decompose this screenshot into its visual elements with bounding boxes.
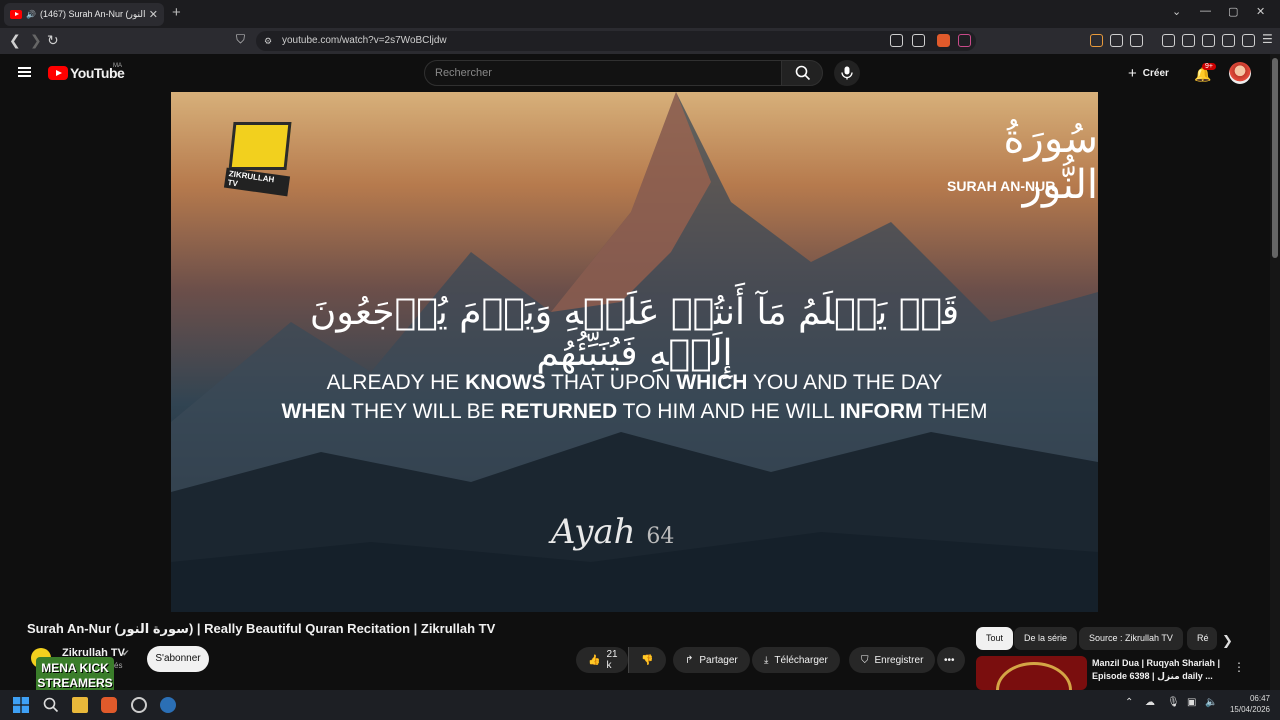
tab-title: (1467) Surah An-Nur (سورة النور [39, 9, 145, 19]
recommendation-more-icon[interactable]: ⋮ [1233, 660, 1245, 674]
extension-icon[interactable] [1090, 34, 1103, 47]
tray-volume-icon[interactable]: 🔈 [1205, 697, 1217, 708]
taskbar-clock[interactable]: 06:47 15/04/2026 [1224, 693, 1270, 715]
leo-ai-icon[interactable] [1222, 34, 1235, 47]
page-scrollbar-thumb[interactable] [1272, 58, 1278, 258]
close-window-button[interactable]: ✕ [1256, 5, 1265, 18]
site-info-icon[interactable]: ⚙ [264, 31, 272, 51]
video-player[interactable]: ZIKRULLAH TV سُورَةُ النُّور SURAH AN-NU… [171, 92, 1098, 612]
plus-icon: + [1128, 65, 1137, 82]
screenshot-icon[interactable] [1130, 34, 1143, 47]
share-arrow-icon: ↱ [685, 654, 694, 666]
download-button[interactable]: ⤓ Télécharger [752, 647, 840, 673]
create-button[interactable]: + Créer [1128, 65, 1169, 82]
recommendation-thumbnail[interactable] [976, 656, 1087, 690]
download-icon: ⤓ [764, 654, 769, 666]
like-count: 21 k [606, 649, 618, 671]
windows-taskbar [0, 690, 1280, 720]
youtube-header: YouTube MA Rechercher + Créer 🔔 9+ [0, 54, 1270, 92]
avatar[interactable] [1229, 62, 1251, 84]
channel-brand-logo: ZIKRULLAH TV [223, 122, 292, 197]
chip-source[interactable]: Source : Zikrullah TV [1079, 627, 1183, 650]
ayah-number-label: Ayah 64 [551, 512, 675, 552]
thumbs-down-icon: 👎 [641, 654, 654, 666]
subscribe-button[interactable]: S'abonner [147, 646, 209, 672]
verified-icon: ✔ [122, 648, 130, 658]
surah-name-arabic: سُورَةُ النُّور [1003, 116, 1098, 208]
wallet-icon[interactable] [1202, 34, 1215, 47]
surah-name-english: SURAH AN-NUR [947, 178, 1056, 194]
youtube-favicon-icon [10, 10, 22, 19]
more-actions-button[interactable]: ••• [937, 647, 965, 673]
address-input[interactable]: ⚙ youtube.com/watch?v=2s7WoBCljdw [256, 31, 976, 51]
thumbs-up-icon: 👍 [588, 654, 601, 666]
guide-menu-icon[interactable] [18, 67, 31, 77]
sidebar-icon[interactable] [1182, 34, 1195, 47]
verse-english-text: ALREADY HE KNOWS THAT UPON WHICH YOU AND… [191, 368, 1078, 426]
chip-series[interactable]: De la série [1014, 627, 1078, 650]
brave-browser-icon[interactable] [101, 697, 117, 713]
windows-start-icon[interactable] [13, 697, 29, 713]
share-icon[interactable] [912, 34, 925, 47]
dislike-button[interactable]: 👎 [628, 647, 666, 673]
puzzle-icon[interactable] [1110, 34, 1123, 47]
cast-icon[interactable] [890, 34, 903, 47]
search-icon [795, 65, 811, 81]
taskbar-search-icon[interactable] [43, 697, 59, 713]
voice-search-button[interactable] [834, 60, 860, 86]
verse-arabic-text: قَدۡ يَعۡلَمُ مَآ أَنتُمۡ عَلَيۡهِ وَيَو… [309, 292, 960, 374]
browser-tab-bar: 🔊 (1467) Surah An-Nur (سورة النور ✕ + ⌄ … [0, 0, 1280, 28]
download-label: Télécharger [774, 654, 828, 666]
back-icon[interactable]: ❮ [9, 32, 21, 49]
tray-cloud-icon[interactable]: ☁ [1145, 697, 1155, 708]
speaker-icon: 🔊 [26, 10, 36, 19]
recommendation-title[interactable]: Manzil Dua | Ruqyah Shariah | Episode 63… [1092, 657, 1222, 683]
chevron-right-icon[interactable]: ❯ [1222, 633, 1233, 649]
like-button[interactable]: 👍 21 k [576, 647, 628, 673]
save-bookmark-icon: ⛉ [861, 654, 869, 666]
notification-badge: 9+ [1202, 63, 1216, 70]
chip-recent[interactable]: Ré [1187, 627, 1217, 650]
verse-line-1: ALREADY HE KNOWS THAT UPON WHICH YOU AND… [326, 371, 943, 394]
brave-rewards-icon[interactable] [958, 34, 971, 47]
create-label: Créer [1142, 68, 1169, 79]
share-label: Partager [699, 654, 738, 666]
forward-icon[interactable]: ❯ [30, 32, 42, 49]
file-explorer-icon[interactable] [72, 697, 88, 713]
url-text: youtube.com/watch?v=2s7WoBCljdw [282, 35, 447, 46]
tray-chevron-icon[interactable]: ⌃ [1125, 697, 1133, 708]
country-code: MA [113, 63, 122, 69]
microphone-icon [841, 66, 853, 80]
verse-line-2: WHEN THEY WILL BE RETURNED TO HIM AND HE… [281, 400, 988, 423]
maximize-button[interactable]: ▢ [1228, 5, 1238, 18]
minimize-button[interactable]: — [1200, 5, 1211, 17]
music-icon[interactable] [1162, 34, 1175, 47]
tab-close-icon[interactable]: ✕ [149, 8, 158, 21]
menu-icon[interactable]: ☰ [1262, 32, 1273, 46]
subscriber-count: és [114, 661, 123, 670]
search-input[interactable]: Rechercher [424, 60, 782, 86]
bookmark-icon[interactable]: ⛉ [236, 32, 245, 47]
new-tab-button[interactable]: + [172, 4, 181, 21]
tab-list-icon[interactable]: ⌄ [1172, 5, 1181, 18]
vpn-shield-icon[interactable] [1242, 34, 1255, 47]
search-button[interactable] [781, 60, 823, 86]
browser-tab[interactable]: 🔊 (1467) Surah An-Nur (سورة النور ✕ [4, 3, 164, 26]
share-button[interactable]: ↱ Partager [673, 647, 750, 673]
save-button[interactable]: ⛉ Enregistrer [849, 647, 936, 673]
brave-shield-icon[interactable] [937, 34, 950, 47]
brand-mark-icon [228, 122, 292, 170]
chip-all[interactable]: Tout [976, 627, 1014, 650]
video-title: Surah An-Nur (سورة النور) | Really Beaut… [27, 621, 496, 636]
chrome-app-icon[interactable] [131, 697, 147, 713]
clock-time: 06:47 [1249, 694, 1270, 703]
tray-network-icon[interactable]: ▣ [1187, 697, 1196, 708]
telegram-icon[interactable] [160, 697, 176, 713]
tray-mic-icon[interactable]: 🎙 [1167, 697, 1180, 708]
save-label: Enregistrer [874, 654, 924, 666]
clock-date: 15/04/2026 [1229, 705, 1270, 714]
browser-toolbar: ❮ ❯ ↻ ⛉ ⚙ youtube.com/watch?v=2s7WoBCljd… [0, 28, 1280, 54]
youtube-logo-icon[interactable] [48, 66, 68, 80]
reload-icon[interactable]: ↻ [47, 32, 59, 49]
